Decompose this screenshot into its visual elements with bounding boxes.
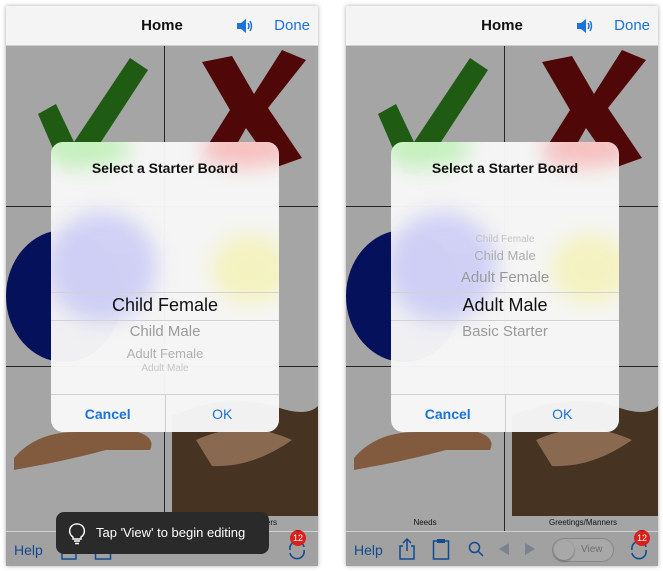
picker-item[interactable]: Adult Female <box>391 269 619 286</box>
starter-board-dialog: Select a Starter Board Child Female Chil… <box>51 142 279 432</box>
picker-item[interactable]: Child Female <box>51 295 279 316</box>
picker-selection-line <box>51 292 279 293</box>
ok-button[interactable]: OK <box>166 395 280 432</box>
notification-badge: 12 <box>634 530 650 546</box>
picker-item[interactable]: Adult Male <box>391 295 619 316</box>
picker-selection-line <box>391 320 619 321</box>
cancel-button[interactable]: Cancel <box>391 395 506 432</box>
dialog-title: Select a Starter Board <box>91 160 239 176</box>
ok-button[interactable]: OK <box>506 395 620 432</box>
dialog-button-bar: Cancel OK <box>391 394 619 432</box>
picker-selection-line <box>391 292 619 293</box>
picker-item[interactable]: Child Female <box>391 234 619 245</box>
hint-text: Tap 'View' to begin editing <box>96 525 246 540</box>
cancel-button[interactable]: Cancel <box>51 395 166 432</box>
picker-item[interactable]: Adult Female <box>51 346 279 361</box>
bottom-toolbar: Help View 12 <box>346 530 658 566</box>
picker-item[interactable]: Basic Starter <box>391 323 619 340</box>
hint-toast: Tap 'View' to begin editing <box>56 512 269 554</box>
picker-item[interactable]: Child Male <box>51 323 279 340</box>
nav-title: Home <box>481 17 523 34</box>
picker-item[interactable]: Child Male <box>391 248 619 263</box>
speaker-icon[interactable] <box>576 18 594 34</box>
picker-selection-line <box>51 320 279 321</box>
dialog-title: Select a Starter Board <box>431 160 579 176</box>
picker-item[interactable]: Adult Male <box>51 363 279 374</box>
lightbulb-icon <box>68 523 86 545</box>
nav-title: Home <box>141 17 183 34</box>
done-button[interactable]: Done <box>274 17 310 34</box>
phone-screen-left: Home Done Greetings/Manners Select a Sta… <box>6 6 318 566</box>
dialog-button-bar: Cancel OK <box>51 394 279 432</box>
nav-bar: Home Done <box>6 6 318 46</box>
notification-badge: 12 <box>290 530 306 546</box>
toolbar-dim <box>346 532 658 566</box>
speaker-icon[interactable] <box>236 18 254 34</box>
phone-screen-right: Home Done Needs Greetings/Manners Select… <box>346 6 658 566</box>
nav-bar: Home Done <box>346 6 658 46</box>
starter-board-dialog: Select a Starter Board Child Female Chil… <box>391 142 619 432</box>
done-button[interactable]: Done <box>614 17 650 34</box>
